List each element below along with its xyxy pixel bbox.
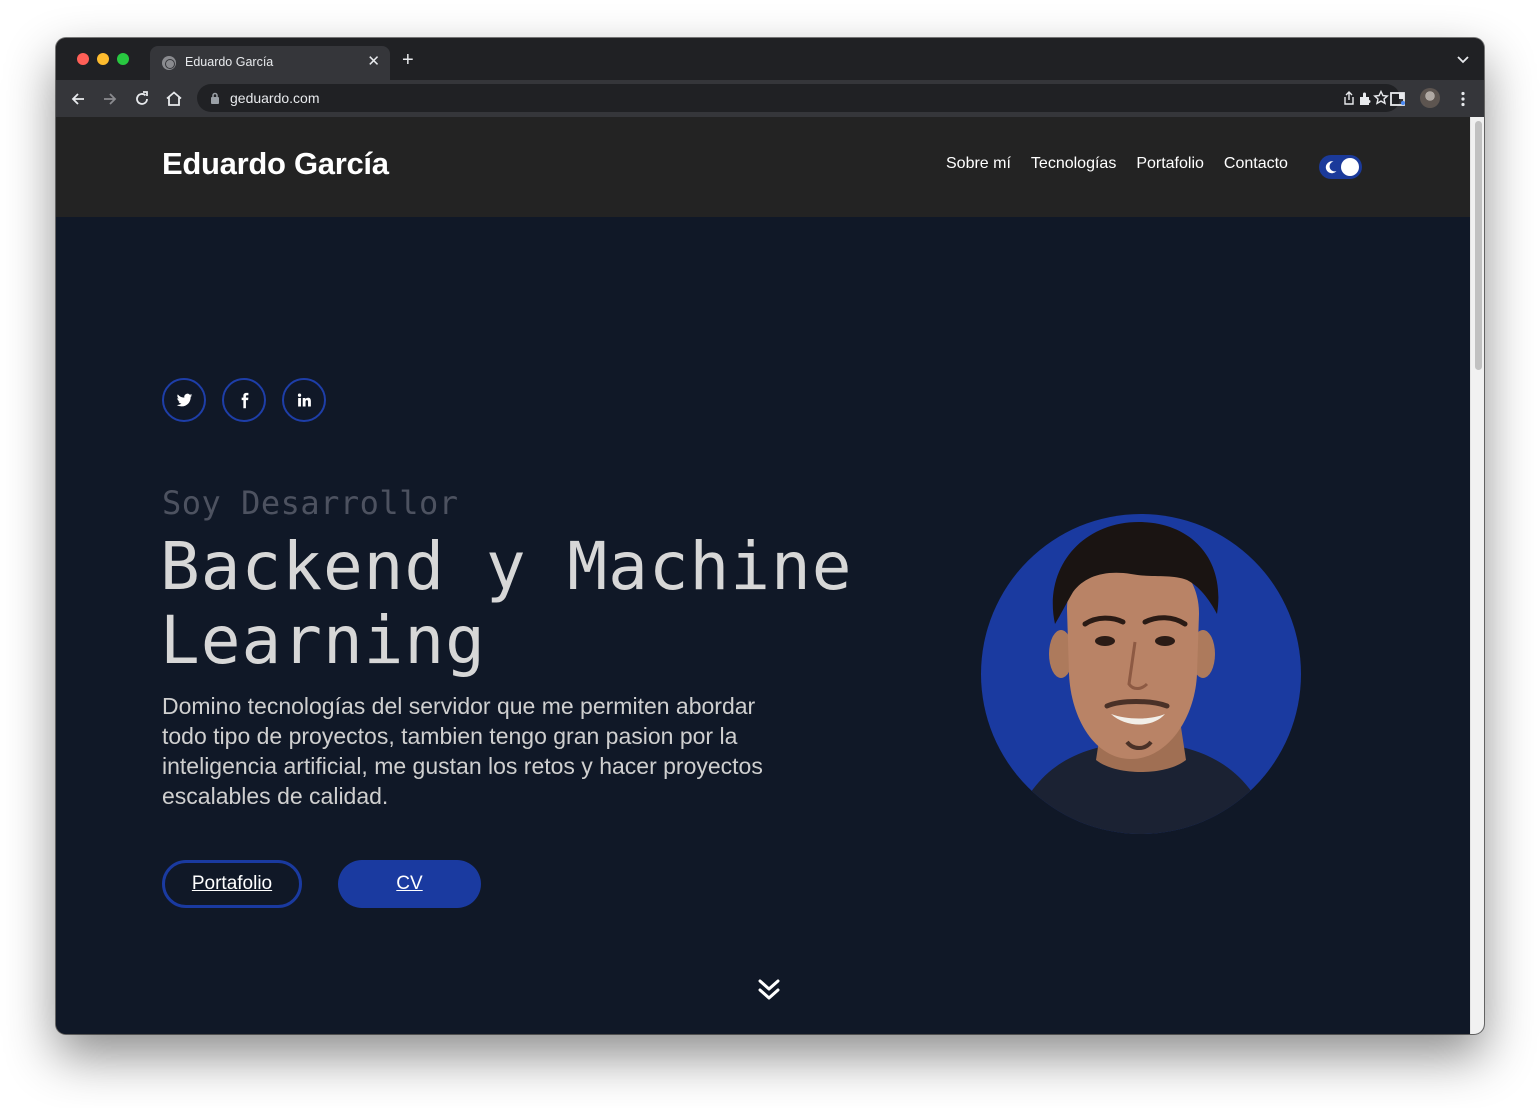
browser-toolbar: geduardo.com — [56, 80, 1484, 117]
linkedin-icon — [296, 392, 313, 409]
scroll-down-chevrons-icon[interactable] — [757, 977, 781, 1003]
minimize-window-button[interactable] — [97, 53, 109, 65]
side-panel-icon[interactable] — [1388, 89, 1408, 109]
close-tab-icon[interactable]: ✕ — [367, 53, 380, 71]
kebab-menu-icon[interactable] — [1453, 89, 1473, 109]
reload-icon[interactable] — [132, 89, 152, 109]
site-brand[interactable]: Eduardo García — [162, 146, 389, 182]
linkedin-button[interactable] — [282, 378, 326, 422]
close-window-button[interactable] — [77, 53, 89, 65]
url-text: geduardo.com — [230, 90, 320, 106]
moon-icon — [1324, 160, 1338, 174]
portfolio-button[interactable]: Portafolio — [162, 860, 302, 908]
browser-tab[interactable]: Eduardo García ✕ — [150, 46, 390, 80]
twitter-icon — [176, 392, 193, 409]
new-tab-button[interactable]: + — [402, 50, 414, 70]
globe-icon — [162, 56, 176, 70]
browser-window: Eduardo García ✕ + geduardo.com Eduardo … — [56, 38, 1484, 1034]
social-links — [162, 378, 326, 422]
hero-title: Backend y Machine Learning — [160, 528, 853, 679]
theme-toggle[interactable] — [1319, 155, 1362, 179]
twitter-button[interactable] — [162, 378, 206, 422]
home-icon[interactable] — [164, 89, 184, 109]
nav-link-sobre-mi[interactable]: Sobre mí — [946, 155, 1011, 173]
forward-arrow-icon[interactable] — [100, 89, 120, 109]
cv-button[interactable]: CV — [338, 860, 481, 908]
tab-title: Eduardo García — [185, 55, 274, 69]
extensions-icon[interactable] — [1356, 89, 1376, 109]
back-arrow-icon[interactable] — [68, 89, 88, 109]
nav-link-contacto[interactable]: Contacto — [1224, 155, 1288, 173]
tab-search-chevron-icon[interactable] — [1456, 52, 1470, 66]
profile-photo — [981, 514, 1301, 834]
hero-pretitle: Soy Desarrollor — [162, 484, 459, 522]
main-nav: Sobre mí Tecnologías Portafolio Contacto — [946, 155, 1288, 173]
scrollbar-thumb[interactable] — [1475, 121, 1482, 370]
nav-link-tecnologias[interactable]: Tecnologías — [1031, 155, 1116, 173]
hero-description: Domino tecnologías del servidor que me p… — [162, 693, 763, 809]
page-viewport: Eduardo García Sobre mí Tecnologías Port… — [56, 117, 1484, 1034]
profile-avatar[interactable] — [1420, 88, 1440, 108]
tab-strip: Eduardo García ✕ + — [56, 38, 1484, 80]
lock-icon[interactable] — [209, 91, 221, 105]
site-header: Eduardo García Sobre mí Tecnologías Port… — [56, 117, 1470, 217]
facebook-button[interactable] — [222, 378, 266, 422]
nav-link-portafolio[interactable]: Portafolio — [1136, 155, 1204, 173]
facebook-icon — [236, 392, 253, 409]
address-bar[interactable]: geduardo.com — [197, 84, 1400, 112]
zoom-window-button[interactable] — [117, 53, 129, 65]
page-scrollbar[interactable] — [1470, 117, 1484, 1034]
toggle-knob — [1341, 158, 1359, 176]
